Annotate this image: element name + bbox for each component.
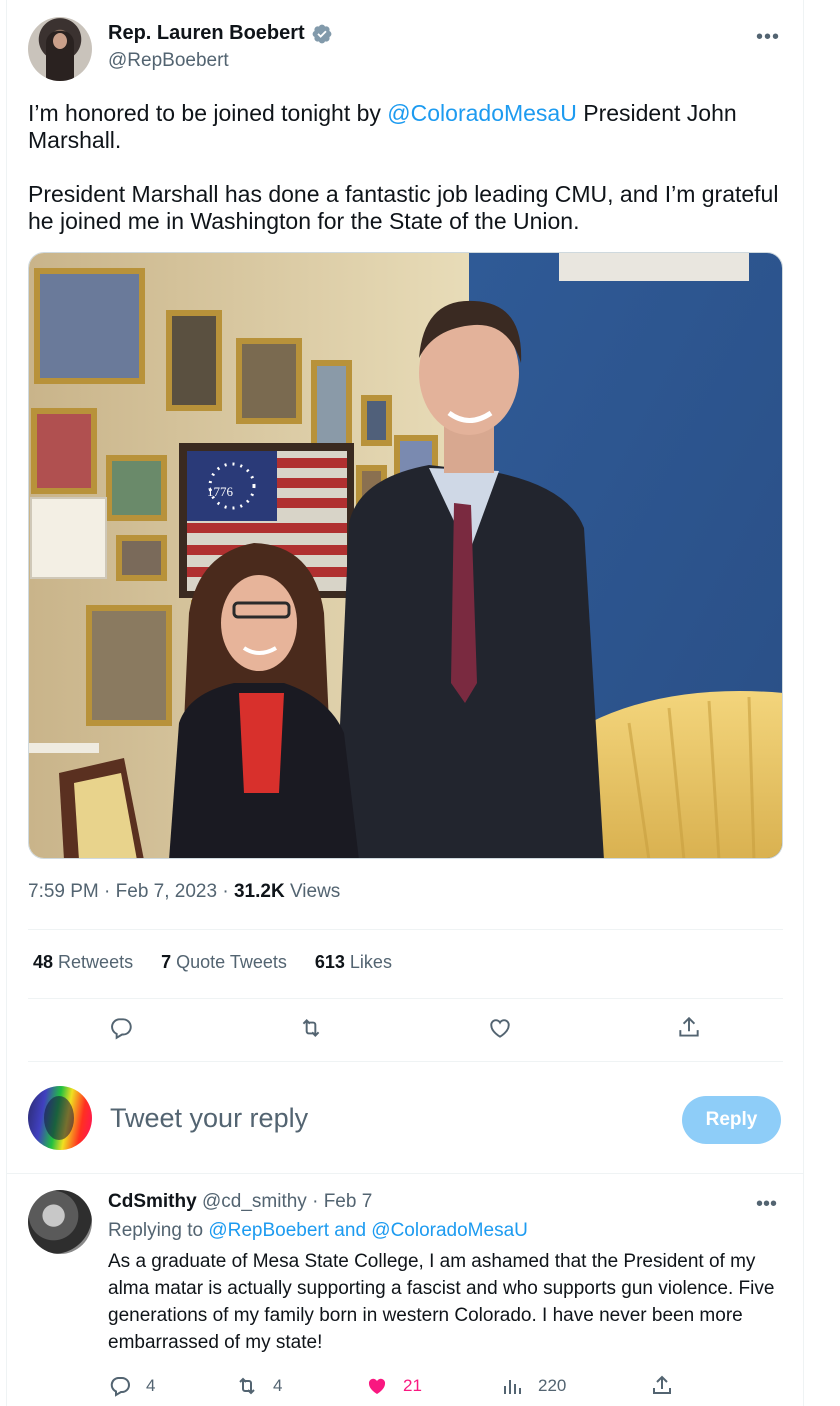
tweet-meta: 7:59 PM · Feb 7, 2023 · 31.2K Views [28,881,340,903]
reply-header: CdSmithy @cd_smithy · Feb 7 [108,1191,372,1213]
reply-author-avatar[interactable] [28,1190,92,1254]
divider [28,1061,783,1062]
reply-retweet-action[interactable]: 4 [235,1374,282,1398]
share-icon [653,1375,671,1394]
reply-icon [111,1018,132,1040]
reply-icon [110,1377,130,1397]
meta-separator: · [222,881,229,902]
tweet-text-paragraph: President Marshall has done a fantastic … [28,181,779,234]
views-count: 220 [538,1376,567,1395]
share-action[interactable] [676,1015,706,1045]
tweet-time[interactable]: 7:59 PM [28,881,99,902]
mention-link[interactable]: @ColoradoMesaU [387,100,577,126]
reply-text: As a graduate of Mesa State College, I a… [108,1251,775,1353]
views-count: 31.2K [233,881,285,902]
reply-like-action[interactable]: 21 [365,1374,422,1398]
reply-share-action[interactable] [650,1374,674,1398]
author-name-row[interactable]: Rep. Lauren Boebert [108,22,333,45]
likes-stat[interactable]: 613 Likes [315,952,392,973]
reply-reply-action[interactable]: 4 [108,1374,155,1398]
replying-to-label: Replying to [108,1220,204,1241]
retweet-icon [239,1377,255,1395]
replying-to: Replying to @RepBoebert and @ColoradoMes… [108,1220,528,1242]
tweet-text: I’m honored to be joined tonight by @Col… [28,100,788,235]
replying-to-targets[interactable]: @RepBoebert and @ColoradoMesaU [208,1220,528,1241]
views-label: Views [289,881,341,902]
author-avatar[interactable] [28,17,92,81]
reply-author-handle[interactable]: @cd_smithy [202,1191,307,1212]
retweet-icon [302,1019,320,1037]
share-icon [679,1016,699,1037]
reply-input[interactable]: Tweet your reply [110,1103,308,1134]
reply-date[interactable]: Feb 7 [324,1191,373,1212]
tweet-text-part: I’m honored to be joined tonight by [28,100,388,126]
more-options-icon[interactable]: ••• [756,26,780,49]
tweet-stats: 48 Retweets 7 Quote Tweets 613 Likes [33,952,392,973]
retweet-count: 4 [273,1376,283,1395]
meta-separator: · [104,881,111,902]
quote-tweets-stat[interactable]: 7 Quote Tweets [161,952,287,973]
reply-count: 4 [146,1376,156,1395]
like-count: 21 [403,1376,422,1395]
reply-button[interactable]: Reply [682,1096,781,1144]
reply-more-options-icon[interactable]: ••• [756,1193,777,1216]
author-display-name[interactable]: Rep. Lauren Boebert [108,22,305,45]
divider [6,1173,804,1174]
author-handle[interactable]: @RepBoebert [108,50,229,72]
heart-icon [490,1019,510,1038]
retweets-stat[interactable]: 48 Retweets [33,952,133,973]
reply-separator: · [312,1191,319,1212]
tweet-date[interactable]: Feb 7, 2023 [116,881,217,902]
divider [28,929,783,930]
reply-author-name[interactable]: CdSmithy [108,1191,197,1212]
svg-text:1776: 1776 [207,484,234,499]
views-chart-icon [504,1380,521,1394]
divider [28,998,783,999]
verified-badge-icon [312,24,332,43]
current-user-avatar[interactable] [28,1086,92,1150]
heart-filled-icon [368,1378,386,1394]
reply-action[interactable] [108,1015,138,1045]
like-action[interactable] [487,1015,517,1045]
photo-image: 1776 [29,253,782,858]
retweet-action[interactable] [298,1015,328,1045]
tweet-photo[interactable]: 1776 [28,252,783,859]
reply-views-action[interactable]: 220 [500,1374,566,1398]
